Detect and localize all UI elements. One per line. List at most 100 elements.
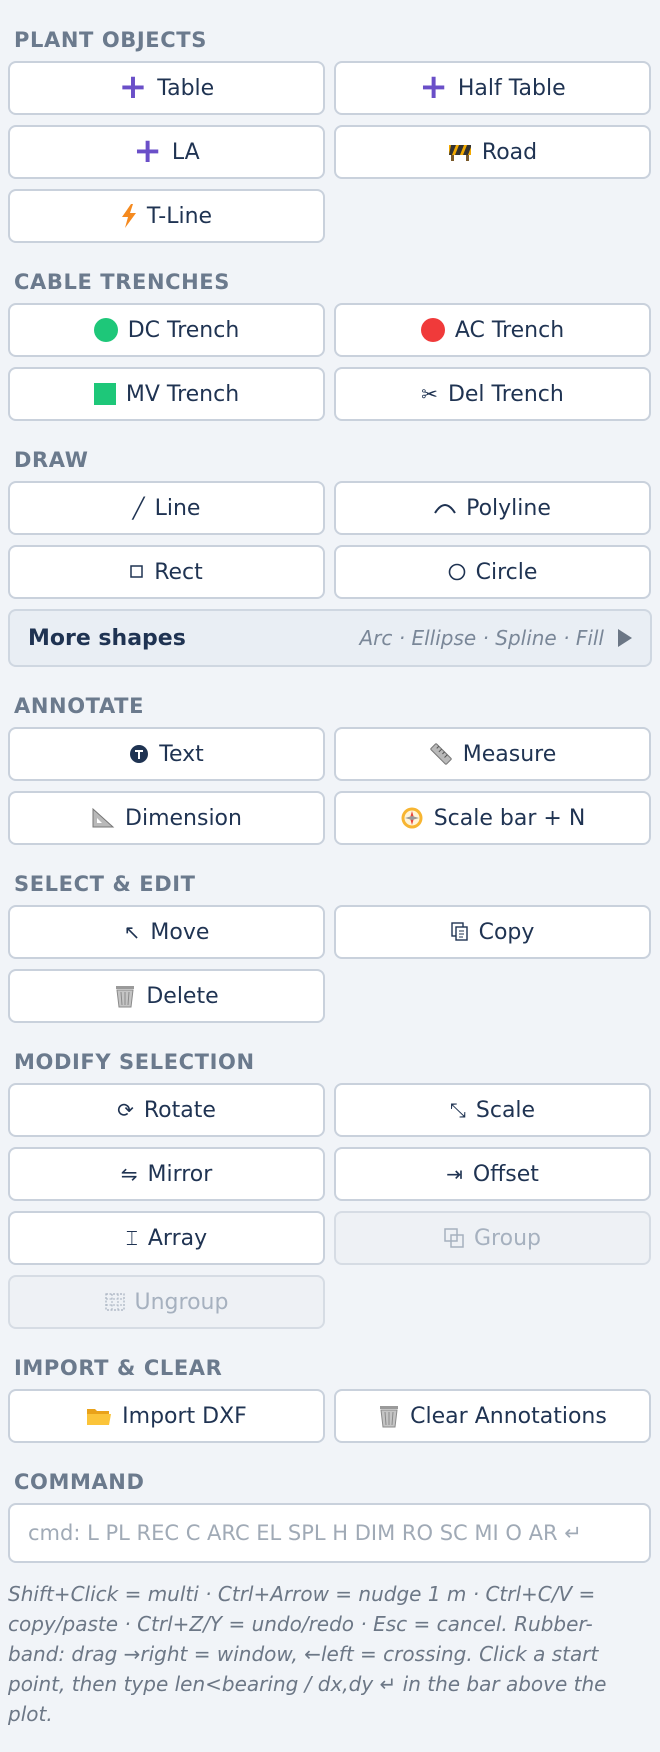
annotate-grid: Text Measure Dimension Scale bar + N: [8, 727, 652, 845]
la-button-label: LA: [171, 139, 200, 165]
rect-button-label: Rect: [154, 559, 203, 585]
group-icon: [444, 1228, 464, 1248]
array-button-label: Array: [147, 1225, 208, 1251]
plus-icon: +: [118, 66, 148, 107]
half-table-button[interactable]: + Half Table: [334, 61, 651, 115]
rotate-icon: ⟳: [117, 1098, 134, 1122]
line-button-label: Line: [154, 495, 201, 521]
rotate-button[interactable]: ⟳ Rotate: [8, 1083, 325, 1137]
text-button[interactable]: Text: [8, 727, 325, 781]
section-title-select-edit: SELECT & EDIT: [14, 872, 196, 896]
mv-trench-button-label: MV Trench: [125, 381, 240, 407]
dimension-button[interactable]: Dimension: [8, 791, 325, 845]
clear-annotations-button-label: Clear Annotations: [410, 1403, 607, 1429]
plus-icon: +: [419, 66, 448, 107]
copy-button[interactable]: Copy: [334, 905, 651, 959]
scale-button[interactable]: ⤡ Scale: [334, 1083, 651, 1137]
move-button[interactable]: ↖ Move: [8, 905, 325, 959]
trash-icon: [114, 984, 136, 1008]
dc-trench-button[interactable]: DC Trench: [8, 303, 325, 357]
offset-button-label: Offset: [472, 1161, 539, 1187]
offset-button[interactable]: ⇥ Offset: [334, 1147, 651, 1201]
copy-button-label: Copy: [478, 919, 535, 945]
line-icon: ╱: [132, 496, 145, 520]
ruler-icon: [429, 742, 453, 766]
table-button-label: Table: [157, 75, 215, 101]
cable-trenches-grid: DC Trench AC Trench MV Trench ✂ Del Tren…: [8, 303, 652, 421]
plus-icon: +: [133, 130, 162, 171]
mv-trench-button[interactable]: MV Trench: [8, 367, 325, 421]
scale-bar-button[interactable]: Scale bar + N: [334, 791, 651, 845]
section-title-command: COMMAND: [14, 1470, 145, 1494]
copy-icon: [450, 922, 469, 942]
road-button[interactable]: Road: [334, 125, 651, 179]
text-button-label: Text: [159, 741, 204, 767]
measure-button-label: Measure: [462, 741, 557, 767]
arrow-nw-icon: ↖: [123, 920, 141, 944]
scale-icon: ⤡: [449, 1098, 466, 1122]
ungroup-icon: [104, 1293, 125, 1311]
mirror-button-label: Mirror: [147, 1161, 213, 1187]
ac-trench-button-label: AC Trench: [454, 317, 565, 343]
more-shapes-label: More shapes: [28, 625, 186, 651]
more-shapes-button[interactable]: More shapes Arc · Ellipse · Spline · Fil…: [8, 609, 652, 667]
circle-icon: [448, 563, 466, 581]
square-icon: [130, 565, 144, 579]
text-icon: [129, 744, 149, 764]
t-line-button[interactable]: T-Line: [8, 189, 325, 243]
section-title-draw: DRAW: [14, 448, 89, 472]
select-edit-grid: ↖ Move Copy Delete: [8, 905, 652, 1023]
red-dot-icon: [420, 318, 445, 342]
delete-button-label: Delete: [146, 983, 219, 1009]
rect-button[interactable]: Rect: [8, 545, 325, 599]
scale-bar-button-label: Scale bar + N: [433, 805, 586, 831]
folder-icon: [86, 1405, 112, 1427]
scale-button-label: Scale: [475, 1097, 536, 1123]
plant-objects-grid: + Table + Half Table + LA Road T-Line: [8, 61, 652, 243]
mirror-icon: ⇋: [120, 1162, 138, 1186]
road-button-label: Road: [481, 139, 538, 165]
import-dxf-button[interactable]: Import DXF: [8, 1389, 325, 1443]
section-title-plant-objects: PLANT OBJECTS: [14, 28, 207, 52]
triangle-ruler-icon: [91, 807, 115, 829]
more-shapes-hint: Arc · Ellipse · Spline · Fill: [359, 626, 632, 650]
la-button[interactable]: + LA: [8, 125, 325, 179]
clear-annotations-button[interactable]: Clear Annotations: [334, 1389, 651, 1443]
circle-button-label: Circle: [475, 559, 538, 585]
section-title-annotate: ANNOTATE: [14, 694, 145, 718]
green-dot-icon: [93, 318, 118, 342]
t-line-button-label: T-Line: [146, 203, 213, 229]
line-button[interactable]: ╱ Line: [8, 481, 325, 535]
tool-panel: PLANT OBJECTS + Table + Half Table + LA …: [0, 0, 660, 1729]
polyline-button-label: Polyline: [466, 495, 551, 521]
lightning-icon: [121, 204, 137, 228]
compass-icon: [400, 806, 424, 830]
table-button[interactable]: + Table: [8, 61, 325, 115]
dc-trench-button-label: DC Trench: [127, 317, 240, 343]
ac-trench-button[interactable]: AC Trench: [334, 303, 651, 357]
delete-button[interactable]: Delete: [8, 969, 325, 1023]
circle-button[interactable]: Circle: [334, 545, 651, 599]
offset-icon: ⇥: [446, 1162, 463, 1186]
del-trench-button[interactable]: ✂ Del Trench: [334, 367, 651, 421]
dimension-button-label: Dimension: [125, 805, 242, 831]
polyline-button[interactable]: Polyline: [334, 481, 651, 535]
array-button[interactable]: ⌶ Array: [8, 1211, 325, 1265]
green-square-icon: [93, 383, 116, 405]
import-dxf-button-label: Import DXF: [122, 1403, 247, 1429]
more-shapes-hint-text: Arc · Ellipse · Spline · Fill: [359, 626, 604, 650]
expand-triangle-icon: [618, 629, 632, 647]
group-button[interactable]: Group: [334, 1211, 651, 1265]
measure-button[interactable]: Measure: [334, 727, 651, 781]
trash-icon: [378, 1404, 400, 1428]
command-input[interactable]: cmd: L PL REC C ARC EL SPL H DIM RO SC M…: [8, 1503, 651, 1563]
road-barrier-icon: [448, 142, 472, 162]
section-title-cable-trenches: CABLE TRENCHES: [14, 270, 230, 294]
array-icon: ⌶: [125, 1226, 138, 1250]
modify-selection-grid: ⟳ Rotate ⤡ Scale ⇋ Mirror ⇥ Offset ⌶ Arr…: [8, 1083, 652, 1329]
ungroup-button[interactable]: Ungroup: [8, 1275, 325, 1329]
command-placeholder: cmd: L PL REC C ARC EL SPL H DIM RO SC M…: [28, 1521, 582, 1545]
help-text: Shift+Click = multi · Ctrl+Arrow = nudge…: [8, 1582, 607, 1726]
mirror-button[interactable]: ⇋ Mirror: [8, 1147, 325, 1201]
group-button-label: Group: [474, 1225, 541, 1251]
